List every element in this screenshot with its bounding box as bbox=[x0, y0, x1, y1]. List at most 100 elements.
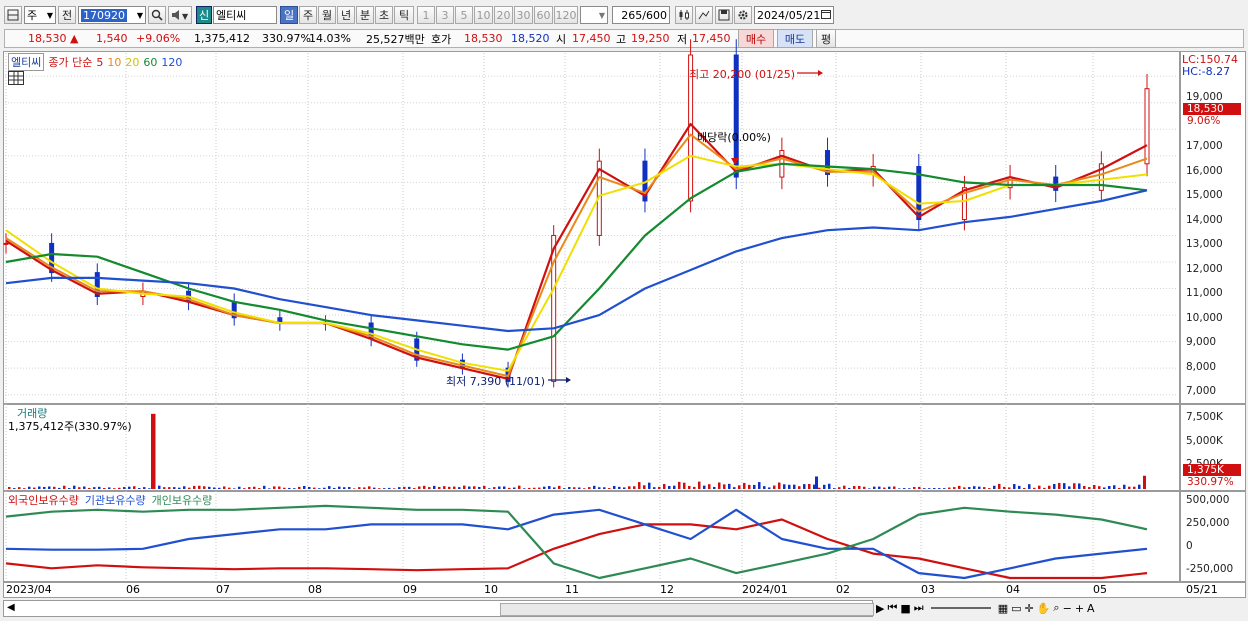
interval-30-button[interactable]: 30 bbox=[514, 6, 533, 24]
volume-value-label: 1,375,412주(330.97%) bbox=[8, 420, 132, 433]
low-price: 17,450 bbox=[692, 32, 731, 45]
line-tool-icon[interactable] bbox=[695, 6, 713, 24]
grid-toggle-icon[interactable] bbox=[8, 71, 24, 85]
stop-icon[interactable]: ■ bbox=[900, 602, 910, 615]
period-day-button[interactable]: 일 bbox=[280, 6, 298, 24]
legend-institution: 기관보유수량 bbox=[84, 494, 146, 507]
stock-name-field[interactable]: 엘티씨 bbox=[213, 6, 277, 24]
count-input[interactable]: 265 /600 bbox=[612, 6, 670, 24]
cross-icon[interactable]: ✛ bbox=[1025, 602, 1034, 615]
price-panel[interactable] bbox=[3, 51, 1180, 404]
legend-individual: 개인보유수량 bbox=[151, 494, 213, 507]
holding-y-label: -250,000 bbox=[1186, 563, 1234, 575]
current-price-value: 18,530 bbox=[28, 32, 67, 45]
last-price-pct: 9.06% bbox=[1187, 115, 1221, 127]
buy-button[interactable]: 매수 bbox=[738, 29, 774, 48]
stock-code-input[interactable]: 170920 ▼ bbox=[78, 6, 146, 24]
chart-type-icon[interactable] bbox=[4, 6, 22, 24]
hc-value: HC:-8.27 bbox=[1182, 65, 1231, 78]
legend-ma20: 20 bbox=[125, 55, 140, 69]
grid-icon[interactable]: ▦ bbox=[998, 602, 1008, 615]
rewind-icon[interactable]: ⏮ bbox=[887, 601, 897, 615]
period-month-button[interactable]: 월 bbox=[318, 6, 336, 24]
text-tool-icon[interactable]: A bbox=[1087, 602, 1095, 615]
scroll-left-icon[interactable]: ◀ bbox=[7, 602, 15, 613]
scrollbar[interactable]: ◀ bbox=[3, 600, 874, 617]
zoom-in-icon[interactable]: + bbox=[1075, 602, 1084, 615]
legend-ma5: 5 bbox=[96, 55, 104, 69]
date-value: 2024/05/21 bbox=[757, 8, 821, 22]
legend-foreign: 외국인보유수량 bbox=[8, 494, 79, 507]
scroll-thumb[interactable] bbox=[500, 603, 874, 616]
legend-ma120: 120 bbox=[161, 55, 183, 69]
period-second-button[interactable]: 초 bbox=[375, 6, 393, 24]
current-price: 18,530 ▲ bbox=[28, 30, 78, 47]
price-y-label: 16,000 bbox=[1186, 165, 1223, 177]
last-price-tag: 18,530 bbox=[1183, 103, 1241, 115]
interval-60-button[interactable]: 60 bbox=[534, 6, 553, 24]
price-change: 1,540 bbox=[96, 32, 128, 45]
svg-text:▼: ▼ bbox=[182, 12, 189, 21]
interval-1-button[interactable]: 1 bbox=[417, 6, 435, 24]
stock-code-value: 170920 bbox=[81, 8, 127, 22]
nav-controls: ▶ ⏮ ■ ⏭ ▦ ▭ ✛ ✋ ⌕ − + A bbox=[876, 601, 1095, 615]
holding-y-label: 250,000 bbox=[1186, 517, 1230, 529]
date-input[interactable]: 2024/05/21 bbox=[754, 6, 834, 24]
ask-price: 18,530 bbox=[464, 32, 503, 45]
period-minute-button[interactable]: 분 bbox=[356, 6, 374, 24]
sell-button[interactable]: 매도 bbox=[777, 29, 813, 48]
market-select[interactable]: 주 ▼ bbox=[24, 6, 56, 24]
dividend-annotation: 배당락(0.00%) bbox=[697, 131, 771, 144]
hand-icon[interactable]: ✋ bbox=[1037, 602, 1051, 615]
count-value: 265 bbox=[621, 8, 643, 22]
window-icon[interactable]: ▭ bbox=[1011, 602, 1021, 615]
interval-3-button[interactable]: 3 bbox=[436, 6, 454, 24]
magnifier-icon[interactable]: ⌕ bbox=[1053, 601, 1059, 615]
holding-y-label: 0 bbox=[1186, 540, 1193, 552]
high-price: 19,250 bbox=[631, 32, 670, 45]
save-icon[interactable] bbox=[715, 6, 733, 24]
interval-5-button[interactable]: 5 bbox=[455, 6, 473, 24]
prev-button[interactable]: 전 bbox=[58, 6, 76, 24]
period-year-button[interactable]: 년 bbox=[337, 6, 355, 24]
bid-price: 18,520 bbox=[511, 32, 550, 45]
price-y-label: 11,000 bbox=[1186, 287, 1223, 299]
legend-close: 종가 단순 bbox=[48, 56, 93, 69]
price-change-pct: +9.06% bbox=[136, 32, 181, 45]
price-panel-header: 엘티씨 종가 단순 5 10 20 60 120 bbox=[8, 53, 182, 71]
period-week-button[interactable]: 주 bbox=[299, 6, 317, 24]
speaker-icon[interactable]: ▼ bbox=[168, 6, 192, 24]
period-tick-button[interactable]: 틱 bbox=[394, 6, 414, 24]
x-axis-label: 2024/01 bbox=[742, 583, 788, 596]
interval-20-button[interactable]: 20 bbox=[494, 6, 513, 24]
volume-y-label: 7,500K bbox=[1186, 411, 1223, 423]
search-icon[interactable] bbox=[148, 6, 166, 24]
open-price: 17,450 bbox=[572, 32, 611, 45]
gear-icon[interactable] bbox=[734, 6, 752, 24]
zoom-slider[interactable] bbox=[930, 607, 991, 609]
low-annotation: 최저 7,390 (11/01) bbox=[446, 375, 546, 388]
holding-y-label: 500,000 bbox=[1186, 494, 1230, 506]
volume-panel[interactable] bbox=[3, 404, 1180, 491]
high-label: 고 bbox=[616, 32, 627, 46]
x-axis-label: 08 bbox=[308, 583, 322, 596]
calendar-icon bbox=[821, 9, 831, 22]
zoom-out-icon[interactable]: − bbox=[1063, 602, 1072, 615]
candle-icon[interactable] bbox=[675, 6, 693, 24]
new-badge: 신 bbox=[196, 6, 212, 24]
interval-input[interactable]: ▼ bbox=[580, 6, 608, 24]
interval-10-button[interactable]: 10 bbox=[474, 6, 493, 24]
x-axis-label: 2023/04 bbox=[6, 583, 52, 596]
x-axis-label: 04 bbox=[1006, 583, 1020, 596]
price-y-label: 17,000 bbox=[1186, 140, 1223, 152]
interval-120-button[interactable]: 120 bbox=[554, 6, 578, 24]
volume-ratio: 330.97% bbox=[262, 32, 311, 45]
count-total: /600 bbox=[642, 8, 667, 22]
play-icon[interactable]: ▶ bbox=[876, 602, 884, 615]
chevron-down-icon: ▼ bbox=[136, 10, 143, 20]
price-y-label: 12,000 bbox=[1186, 263, 1223, 275]
stock-name-value: 엘티씨 bbox=[216, 9, 247, 22]
eval-button[interactable]: 평 bbox=[816, 29, 836, 48]
forward-icon[interactable]: ⏭ bbox=[914, 601, 924, 615]
x-axis-label: 09 bbox=[403, 583, 417, 596]
